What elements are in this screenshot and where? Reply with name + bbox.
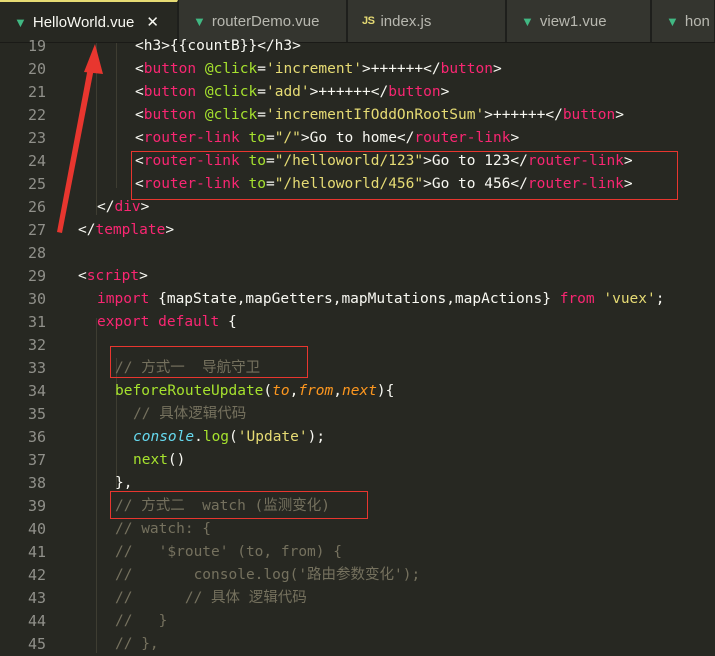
annotation-arrow — [57, 44, 103, 233]
arrow-shaft — [57, 57, 96, 233]
arrow-head — [84, 44, 103, 74]
